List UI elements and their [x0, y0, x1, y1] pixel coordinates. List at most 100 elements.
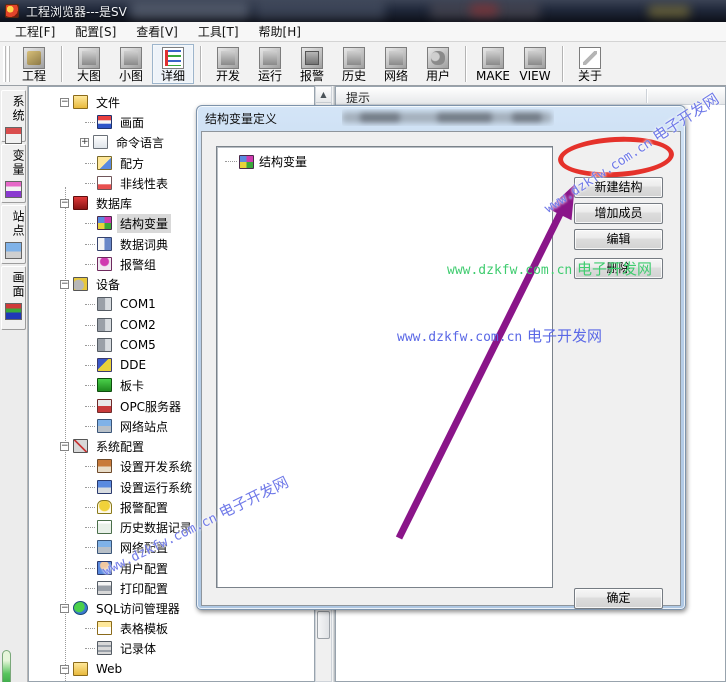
toolbar-separator	[465, 46, 466, 82]
toolbar-button-big[interactable]: 大图	[68, 44, 110, 84]
tree-expander[interactable]: −	[60, 98, 69, 107]
tree-expander[interactable]: −	[60, 199, 69, 208]
tree-item-com[interactable]: COM2	[29, 315, 159, 335]
toolbar-button-label: MAKE	[476, 70, 510, 83]
structure-variable-dialog: 结构变量定义 结构变量 确定 新建结构增加成员编辑删除	[196, 105, 686, 610]
side-tab-1[interactable]: 变量	[1, 144, 26, 203]
tree-item-label: COM1	[117, 296, 159, 312]
tree-item-device[interactable]: −设备	[29, 274, 123, 294]
menu-item-0[interactable]: 工程[F]	[6, 21, 64, 42]
tree-stub	[85, 588, 95, 589]
toolbar-button-user[interactable]: 用户	[417, 44, 459, 84]
tree-item-bell[interactable]: 报警配置	[29, 497, 171, 517]
tree-item-tools[interactable]: −系统配置	[29, 436, 147, 456]
menu-item-1[interactable]: 配置[S]	[66, 21, 125, 42]
tree-item-struct[interactable]: 结构变量	[29, 213, 171, 233]
tree-item-label: 非线性表	[117, 174, 171, 193]
menu-item-4[interactable]: 帮助[H]	[250, 21, 310, 42]
title-bar[interactable]: 工程浏览器---是SV	[0, 0, 726, 22]
column-divider[interactable]	[646, 89, 647, 103]
devsys-icon	[97, 459, 112, 473]
toolbar-button-about[interactable]: 关于	[569, 44, 611, 84]
tree-item-folder[interactable]: − 文件	[29, 92, 123, 112]
tree-item-opc[interactable]: OPC服务器	[29, 396, 184, 416]
toolbar-button-alarm[interactable]: 报警	[291, 44, 333, 84]
toolbar-button-history[interactable]: 历史	[333, 44, 375, 84]
toolbar-grip[interactable]	[3, 46, 10, 82]
structure-root-label: 结构变量	[259, 153, 307, 170]
tree-stub	[85, 183, 95, 184]
tree-item-devsys[interactable]: 设置开发系统	[29, 456, 195, 476]
toolbar-button-label: 运行	[258, 70, 282, 83]
tree-item-recipe[interactable]: 配方	[29, 153, 147, 173]
toolbar-separator	[562, 46, 563, 82]
side-tab-3[interactable]: 画面	[1, 266, 26, 330]
tree-item-label: 设置运行系统	[117, 478, 195, 497]
tree-item-webfolder[interactable]: −Web	[29, 659, 125, 679]
screen-icon	[97, 115, 112, 129]
dialog-button-1[interactable]: 增加成员	[574, 203, 663, 224]
tree-item-label: OPC服务器	[117, 397, 184, 416]
tree-item-screen[interactable]: 画面	[29, 112, 147, 132]
side-tab-label: 变量	[2, 145, 27, 177]
toolbar-button-network[interactable]: 网络	[375, 44, 417, 84]
tree-item-card[interactable]: 板卡	[29, 375, 147, 395]
side-tab-strip: 系统变量站点画面	[0, 86, 28, 682]
dialog-client-area: 结构变量 确定 新建结构增加成员编辑删除	[201, 131, 681, 606]
tree-item-dict[interactable]: 数据词典	[29, 234, 171, 254]
tree-item-script[interactable]: +命令语言	[29, 132, 167, 152]
tree-item-label: 文件	[93, 93, 123, 112]
toolbar-button-run[interactable]: 运行	[249, 44, 291, 84]
watermark-blue: www.dzkfw.com.cn 电子开发网	[397, 325, 602, 346]
tree-expander[interactable]: −	[60, 604, 69, 613]
side-tab-0[interactable]: 系统	[1, 90, 26, 142]
tree-expander[interactable]: +	[80, 138, 89, 147]
script-icon	[93, 135, 108, 149]
toolbar-button-small[interactable]: 小图	[110, 44, 152, 84]
side-tab-2[interactable]: 站点	[1, 205, 26, 264]
tree-item-template[interactable]: 表格模板	[29, 618, 171, 638]
tree-expander[interactable]: −	[60, 442, 69, 451]
toolbar-button-detail[interactable]: 详细	[152, 44, 194, 84]
make-icon	[482, 47, 504, 69]
toolbar-button-make[interactable]: MAKE	[472, 44, 514, 84]
tree-item-label: 报警组	[117, 255, 159, 274]
tree-item-runsys[interactable]: 设置运行系统	[29, 477, 195, 497]
toolbar-button-project[interactable]: 工程	[13, 44, 55, 84]
tree-item-sql[interactable]: − SQL访问管理器	[29, 598, 183, 618]
tree-item-com[interactable]: COM5	[29, 335, 159, 355]
side-tab-label: 站点	[2, 206, 27, 238]
dialog-button-2[interactable]: 编辑	[574, 229, 663, 250]
tree-item-com[interactable]: COM1	[29, 294, 159, 314]
tree-item-dde[interactable]: DDE	[29, 355, 149, 375]
toolbar-button-develop[interactable]: 开发	[207, 44, 249, 84]
ok-button[interactable]: 确定	[574, 588, 663, 609]
tree-stub	[85, 223, 95, 224]
tree-item-netstation[interactable]: 网络站点	[29, 416, 171, 436]
tree-expander[interactable]: −	[60, 665, 69, 674]
tree-item-label: 配方	[117, 154, 147, 173]
tree-item-printer[interactable]: 打印配置	[29, 578, 171, 598]
screen-icon	[5, 303, 22, 320]
hint-column-header[interactable]: 提示	[336, 87, 725, 105]
menu-item-3[interactable]: 工具[T]	[189, 21, 248, 42]
tree-item-database[interactable]: −数据库	[29, 193, 135, 213]
tree-item-label: SQL访问管理器	[93, 599, 183, 618]
structure-root-item[interactable]: 结构变量	[225, 153, 307, 170]
toolbar-button-view[interactable]: VIEW	[514, 44, 556, 84]
tree-item-record[interactable]: 记录体	[29, 638, 159, 658]
tree-item-alarmgroup[interactable]: 报警组	[29, 254, 159, 274]
tree-stub	[85, 628, 95, 629]
menu-item-2[interactable]: 查看[V]	[127, 21, 187, 42]
tree-expander[interactable]: −	[60, 280, 69, 289]
structure-tree-box[interactable]: 结构变量	[216, 146, 553, 588]
scrollbar-thumb[interactable]	[317, 611, 330, 639]
tools-icon	[73, 439, 88, 453]
titlebar-blur-blob	[130, 3, 250, 19]
history-icon	[343, 47, 365, 69]
tree-item-nonlinear[interactable]: 非线性表	[29, 173, 171, 193]
scroll-up-arrow-icon[interactable]: ▲	[316, 87, 331, 103]
tree-stub	[85, 568, 95, 569]
toolbar-button-label: 大图	[77, 70, 101, 83]
alarm-icon	[301, 47, 323, 69]
